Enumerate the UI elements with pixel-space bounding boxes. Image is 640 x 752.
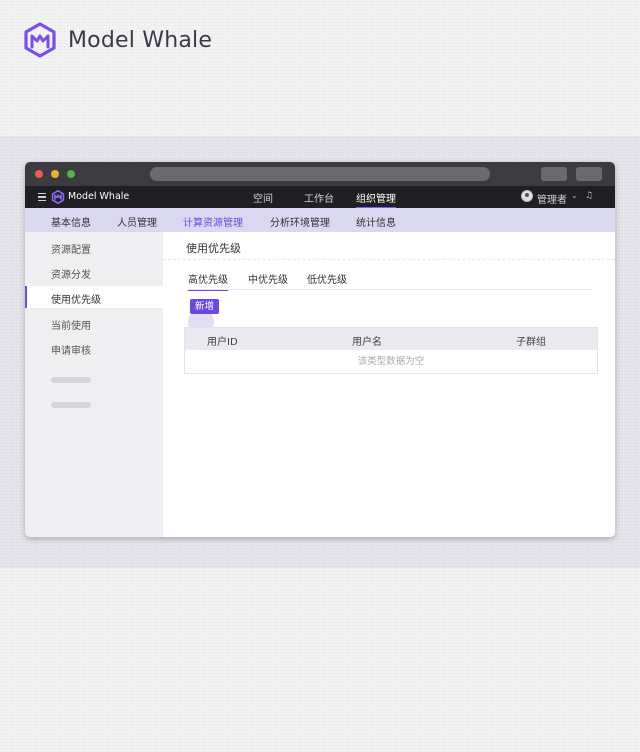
sidebar-item-resource-dist[interactable]: 资源分发 (51, 266, 91, 281)
column-header-user-id: 用户ID (207, 337, 238, 348)
sub-nav: 基本信息 人员管理 计算资源管理 分析环境管理 统计信息 (25, 208, 615, 235)
subnav-item-basic-info[interactable]: 基本信息 (51, 214, 91, 229)
browser-window: Model Whale 空间 工作台 组织管理 管理者 ⌄ ♫ 基本信息 人员管… (25, 162, 615, 537)
divider (163, 259, 615, 260)
sidebar-item-resource-config[interactable]: 资源配置 (51, 241, 91, 256)
maximize-window-icon[interactable] (67, 170, 75, 178)
browser-button[interactable] (576, 167, 602, 181)
sidebar: 资源配置 资源分发 使用优先级 当前使用 申请审核 (25, 232, 163, 537)
tab-low-priority[interactable]: 低优先级 (307, 271, 347, 286)
tabs-divider (186, 289, 591, 290)
minimize-window-icon[interactable] (51, 170, 59, 178)
subnav-item-compute[interactable]: 计算资源管理 (183, 214, 243, 235)
sidebar-item-approval[interactable]: 申请审核 (51, 342, 91, 357)
loading-skeleton (51, 377, 91, 383)
sidebar-item-current-usage[interactable]: 当前使用 (51, 317, 91, 332)
nav-brand: Model Whale (68, 191, 130, 202)
sidebar-active-indicator (25, 286, 27, 308)
avatar[interactable] (521, 190, 533, 202)
main-content: 使用优先级 高优先级 中优先级 低优先级 新增 用户ID 用户名 子群组 该类型… (163, 232, 615, 537)
browser-chrome (25, 162, 615, 186)
subnav-item-people[interactable]: 人员管理 (117, 214, 157, 229)
brand-header: Model Whale (22, 22, 212, 58)
close-window-icon[interactable] (35, 170, 43, 178)
nav-item-space[interactable]: 空间 (253, 190, 273, 205)
empty-state-text: 该类型数据为空 (357, 356, 425, 367)
nav-item-workbench[interactable]: 工作台 (304, 190, 334, 205)
user-name[interactable]: 管理者 (537, 191, 567, 206)
tab-high-priority[interactable]: 高优先级 (188, 271, 228, 291)
menu-icon[interactable] (38, 191, 46, 203)
model-whale-logo-icon (24, 22, 56, 58)
sidebar-item-priority[interactable]: 使用优先级 (51, 291, 101, 306)
loading-skeleton (51, 402, 91, 408)
bell-icon[interactable]: ♫ (585, 191, 593, 201)
subnav-item-env[interactable]: 分析环境管理 (270, 214, 330, 229)
nav-item-org-management[interactable]: 组织管理 (356, 190, 396, 209)
model-whale-logo-icon (51, 190, 65, 204)
tab-medium-priority[interactable]: 中优先级 (248, 271, 288, 286)
priority-table: 用户ID 用户名 子群组 该类型数据为空 (184, 327, 598, 374)
browser-button[interactable] (541, 167, 567, 181)
address-bar[interactable] (150, 167, 490, 181)
table-header: 用户ID 用户名 子群组 (185, 328, 597, 350)
subnav-item-stats[interactable]: 统计信息 (356, 214, 396, 229)
top-nav: Model Whale 空间 工作台 组织管理 管理者 ⌄ ♫ (25, 186, 615, 209)
page-title: 使用优先级 (186, 242, 241, 255)
brand-name: Model Whale (68, 27, 213, 53)
add-button[interactable]: 新增 (190, 299, 220, 314)
column-header-username: 用户名 (352, 337, 382, 348)
chevron-down-icon[interactable]: ⌄ (571, 191, 578, 200)
column-header-subgroup: 子群组 (516, 337, 546, 348)
